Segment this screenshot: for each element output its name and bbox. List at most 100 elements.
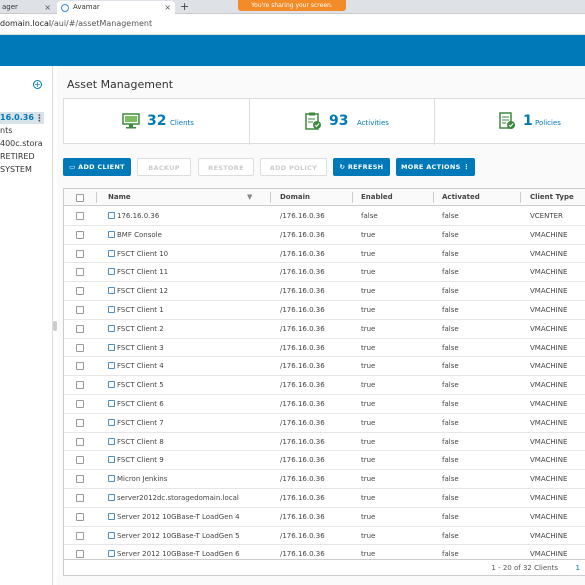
enabled-cell: true xyxy=(361,475,376,484)
row-checkbox[interactable] xyxy=(76,362,84,371)
row-checkbox[interactable] xyxy=(76,249,84,258)
browser-tab-active[interactable]: Avamar × xyxy=(57,1,175,14)
add-client-icon: ▭ xyxy=(69,163,76,171)
restore-button[interactable]: RESTORE xyxy=(198,158,254,176)
client-type-cell: VMACHINE xyxy=(530,343,568,352)
backup-button[interactable]: BACKUP xyxy=(137,158,191,176)
vm-icon xyxy=(108,400,115,407)
nav-item[interactable]: SYSTEM xyxy=(0,165,32,174)
filter-icon[interactable]: ▼ xyxy=(247,189,252,206)
refresh-button[interactable]: ↻ REFRESH xyxy=(333,158,390,176)
row-checkbox[interactable] xyxy=(76,456,84,465)
client-type-cell: VMACHINE xyxy=(530,400,568,408)
client-type-cell: VMACHINE xyxy=(530,475,568,484)
client-name-cell: FSCT Client 8 xyxy=(108,433,164,452)
refresh-icon: ↻ xyxy=(339,163,346,171)
row-checkbox[interactable] xyxy=(76,531,84,540)
column-header-name[interactable]: Name xyxy=(108,189,131,206)
client-name: FSCT Client 4 xyxy=(117,362,164,371)
activated-cell: false xyxy=(442,456,459,465)
client-name: BMF Console xyxy=(117,230,162,239)
nav-item[interactable]: 400c.stora xyxy=(0,139,43,148)
table-row[interactable]: FSCT Client 5/176.16.0.36 true false VMACHI… xyxy=(64,376,585,395)
table-row[interactable]: FSCT Client 8/176.16.0.36 true false VMACHI… xyxy=(64,433,585,452)
url-text[interactable]: domain.local/aui/#/assetManagement xyxy=(0,19,152,28)
screen-share-banner: You're sharing your screen. xyxy=(238,0,346,11)
activated-cell: false xyxy=(442,287,459,296)
row-checkbox[interactable] xyxy=(76,212,84,220)
column-header-enabled[interactable]: Enabled xyxy=(361,189,393,206)
table-row[interactable]: FSCT Client 10/176.16.0.36 true false VMACH… xyxy=(64,245,585,264)
client-name-cell: server2012dc.storagedomain.local xyxy=(108,489,239,508)
nav-item[interactable]: nts xyxy=(0,126,12,135)
new-tab-icon[interactable]: + xyxy=(180,0,189,14)
column-header-activated[interactable]: Activated xyxy=(442,189,480,206)
pagination-summary: 1 - 20 of 32 Clients xyxy=(491,564,558,572)
table-row[interactable]: FSCT Client 11/176.16.0.36 true false VMACH… xyxy=(64,263,585,283)
row-checkbox[interactable] xyxy=(76,550,84,559)
select-all-checkbox[interactable] xyxy=(76,194,84,202)
enabled-cell: true xyxy=(361,268,376,277)
row-checkbox[interactable] xyxy=(76,306,84,314)
table-row[interactable]: FSCT Client 2/176.16.0.36 true false VMACHI… xyxy=(64,320,585,339)
table-row[interactable]: FSCT Client 12/176.16.0.36 true false VMACH… xyxy=(64,282,585,301)
vm-icon xyxy=(108,362,115,370)
table-row[interactable]: 176.16.0.36/176.16.0.36 false false VCENTER xyxy=(64,207,585,226)
browser-tab[interactable]: ager × xyxy=(0,1,55,14)
client-type-cell: VMACHINE xyxy=(530,512,568,521)
domain-cell: /176.16.0.36 xyxy=(280,249,325,258)
row-checkbox[interactable] xyxy=(76,494,84,502)
kebab-menu-icon[interactable]: ⋮ xyxy=(35,114,44,124)
table-row[interactable]: BMF Console/176.16.0.36 true false VMACHINE xyxy=(64,226,585,245)
table-row[interactable]: Micron Jenkins/176.16.0.36 true false VMACH… xyxy=(64,470,585,489)
stat-clients[interactable]: 32 Clients xyxy=(64,99,249,145)
table-header: Name ▼ Domain Enabled Activated Client T… xyxy=(64,189,585,206)
add-client-label: ADD CLIENT xyxy=(78,163,125,171)
vcenter-icon xyxy=(108,212,115,219)
table-row[interactable]: FSCT Client 3/176.16.0.36 true false VMACHI… xyxy=(64,339,585,358)
clients-count: 32 xyxy=(147,113,167,129)
stat-policies[interactable]: 1 Policies xyxy=(434,99,585,145)
domain-cell: /176.16.0.36 xyxy=(280,324,325,333)
row-checkbox[interactable] xyxy=(76,343,84,352)
activated-cell: false xyxy=(442,400,459,408)
table-row[interactable]: Server 2012 10GBase-T LoadGen 5/176.16.0… xyxy=(64,527,585,546)
table-row[interactable]: FSCT Client 1/176.16.0.36 true false VMACHI… xyxy=(64,301,585,320)
more-actions-button[interactable]: MORE ACTIONS ⋮ xyxy=(396,158,475,176)
add-policy-button[interactable]: ADD POLICY xyxy=(260,158,327,176)
nav-item[interactable]: RETIRED xyxy=(0,152,35,161)
tab-close-icon[interactable]: × xyxy=(44,1,51,14)
row-checkbox[interactable] xyxy=(76,230,84,239)
domain-cell: /176.16.0.36 xyxy=(280,418,325,427)
table-row[interactable]: Server 2012 10GBase-T LoadGen 4/176.16.0… xyxy=(64,508,585,527)
table-row[interactable]: FSCT Client 9/176.16.0.36 true false VMACHI… xyxy=(64,451,585,471)
column-header-domain[interactable]: Domain xyxy=(280,189,310,206)
row-checkbox[interactable] xyxy=(76,287,84,296)
stat-activities[interactable]: 93 Activities xyxy=(249,99,434,145)
row-checkbox[interactable] xyxy=(76,268,84,277)
table-row[interactable]: FSCT Client 4/176.16.0.36 true false VMACHI… xyxy=(64,357,585,377)
row-checkbox[interactable] xyxy=(76,418,84,427)
activities-count: 93 xyxy=(329,113,349,129)
client-name: FSCT Client 11 xyxy=(117,268,169,277)
table-row[interactable]: FSCT Client 7/176.16.0.36 true false VMACHI… xyxy=(64,414,585,433)
table-row[interactable]: FSCT Client 6/176.16.0.36 true false VMACHI… xyxy=(64,395,585,414)
row-checkbox[interactable] xyxy=(76,475,84,484)
client-name-cell: FSCT Client 11 xyxy=(108,263,168,282)
row-checkbox[interactable] xyxy=(76,400,84,408)
tab-close-icon[interactable]: × xyxy=(164,1,171,14)
vm-icon xyxy=(108,437,115,445)
client-type-cell: VMACHINE xyxy=(530,230,568,239)
add-icon[interactable]: + xyxy=(33,80,42,89)
row-checkbox[interactable] xyxy=(76,324,84,333)
row-checkbox[interactable] xyxy=(76,381,84,390)
column-header-client-type[interactable]: Client Type xyxy=(530,189,574,206)
client-name-cell: Micron Jenkins xyxy=(108,470,167,489)
row-checkbox[interactable] xyxy=(76,512,84,521)
kebab-icon: ⋮ xyxy=(463,163,470,171)
page-number[interactable]: 1 xyxy=(576,564,580,572)
add-client-button[interactable]: ▭ ADD CLIENT xyxy=(63,158,131,176)
row-checkbox[interactable] xyxy=(76,437,84,446)
address-bar[interactable]: domain.local/aui/#/assetManagement xyxy=(0,14,585,35)
table-row[interactable]: server2012dc.storagedomain.local/176.16.… xyxy=(64,489,585,508)
